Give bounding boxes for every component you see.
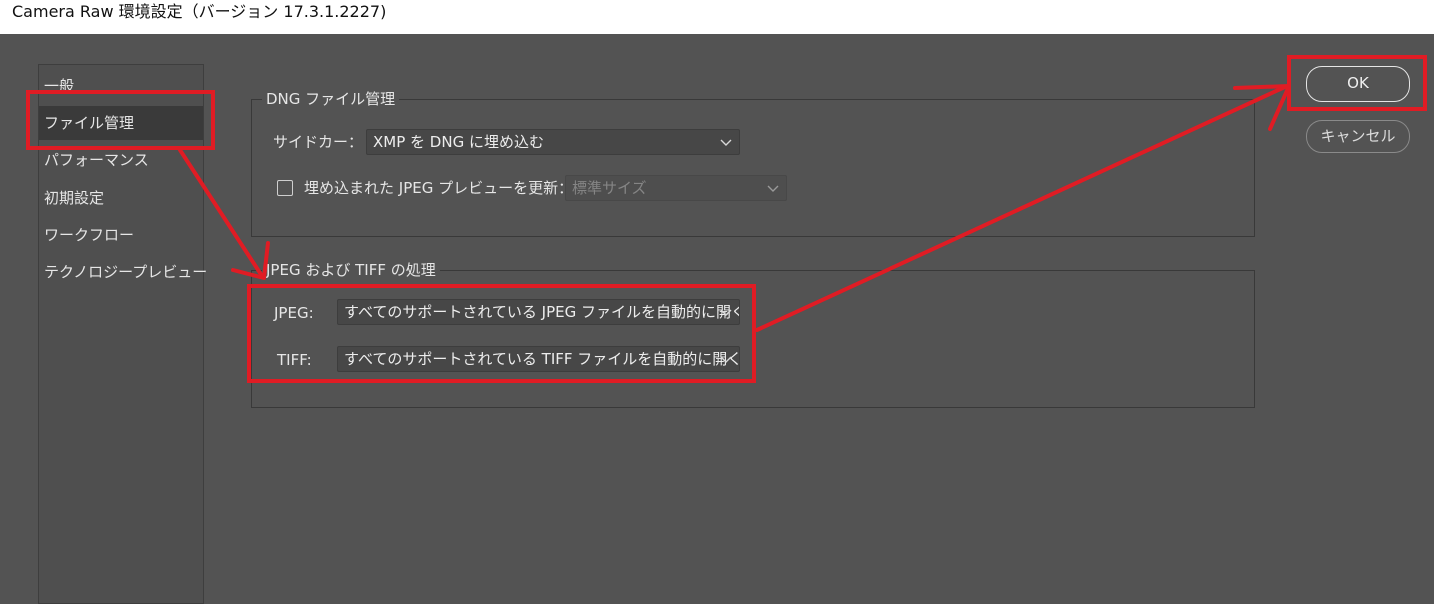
window-title: Camera Raw 環境設定（バージョン 17.3.1.2227)	[12, 2, 387, 21]
sidecar-value: XMP を DNG に埋め込む	[373, 133, 544, 151]
preview-size-dropdown[interactable]: 標準サイズ	[565, 175, 787, 201]
chevron-down-icon	[720, 309, 732, 316]
preview-size-value: 標準サイズ	[572, 179, 647, 197]
tiff-handling-value: すべてのサポートされている TIFF ファイルを自動的に開く	[344, 350, 740, 368]
dng-group-title: DNG ファイル管理	[266, 90, 396, 108]
sidebar-item-performance[interactable]: パフォーマンス	[39, 143, 203, 177]
jpeg-tiff-group-title: JPEG および TIFF の処理	[266, 261, 436, 279]
sidebar: 一般 ファイル管理 パフォーマンス 初期設定 ワークフロー テクノロジープレビュ…	[38, 64, 207, 604]
embed-preview-label: 埋め込まれた JPEG プレビューを更新：	[304, 179, 574, 197]
title-bar: Camera Raw 環境設定（バージョン 17.3.1.2227)	[0, 0, 1434, 34]
chevron-down-icon	[767, 185, 779, 192]
sidebar-item-file-handling[interactable]: ファイル管理	[39, 106, 203, 140]
chevron-down-icon	[720, 356, 732, 363]
jpeg-handling-dropdown[interactable]: すべてのサポートされている JPEG ファイルを自動的に開く	[337, 299, 740, 325]
jpeg-tiff-handling-group: JPEG および TIFF の処理	[251, 261, 1255, 408]
sidecar-dropdown[interactable]: XMP を DNG に埋め込む	[366, 129, 740, 155]
tiff-handling-dropdown[interactable]: すべてのサポートされている TIFF ファイルを自動的に開く	[337, 346, 740, 372]
embed-preview-checkbox[interactable]	[277, 180, 293, 196]
tiff-label: TIFF:	[277, 351, 312, 369]
dng-file-handling-group: DNG ファイル管理	[251, 90, 1255, 237]
cancel-button[interactable]: キャンセル	[1306, 120, 1410, 153]
jpeg-handling-value: すべてのサポートされている JPEG ファイルを自動的に開く	[344, 303, 740, 321]
ok-button[interactable]: OK	[1306, 66, 1410, 102]
sidebar-item-workflow[interactable]: ワークフロー	[39, 218, 203, 252]
chevron-down-icon	[720, 139, 732, 146]
jpeg-label: JPEG:	[274, 304, 314, 322]
sidebar-item-technology-preview[interactable]: テクノロジープレビュー	[39, 255, 207, 289]
sidebar-item-general[interactable]: 一般	[39, 69, 203, 103]
sidebar-item-defaults[interactable]: 初期設定	[39, 181, 203, 215]
sidecar-label: サイドカー：	[273, 133, 364, 151]
